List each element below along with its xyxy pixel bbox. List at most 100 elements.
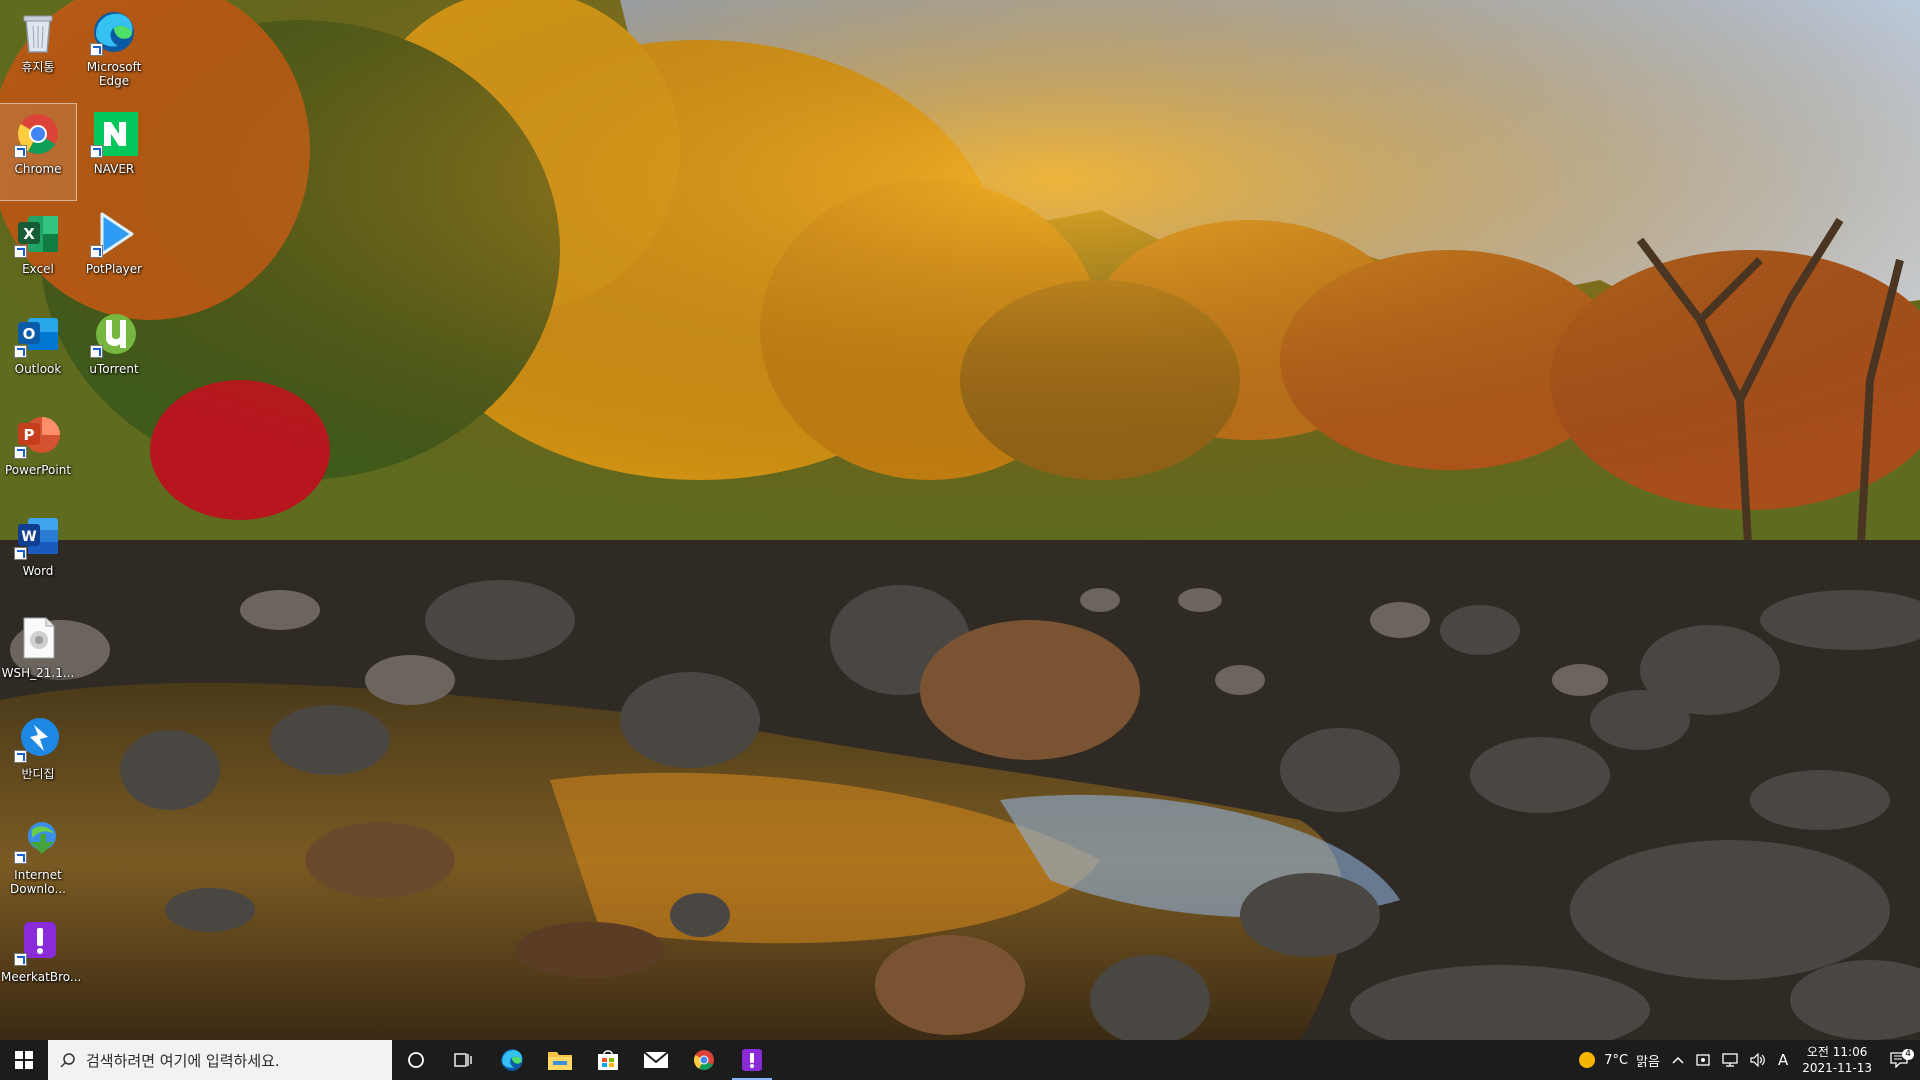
clock-time: 오전 11:06 [1806, 1045, 1868, 1059]
desktop-icon-outlook[interactable]: O Outlook [0, 304, 76, 400]
desktop-icon-microsoft-edge[interactable]: Microsoft Edge [76, 2, 152, 98]
taskbar-edge[interactable] [488, 1040, 536, 1080]
icon-label: PotPlayer [85, 262, 143, 276]
word-icon: W [14, 512, 62, 560]
icon-label: uTorrent [89, 362, 139, 376]
taskbar-store[interactable] [584, 1040, 632, 1080]
start-button[interactable] [0, 1040, 48, 1080]
mail-icon [643, 1051, 669, 1068]
idm-icon [14, 816, 62, 864]
utorrent-icon [90, 310, 138, 358]
desktop-icon-word[interactable]: W Word [0, 506, 76, 602]
windows-logo-icon [15, 1051, 33, 1069]
taskbar-file-explorer[interactable] [536, 1040, 584, 1080]
edge-icon [501, 1049, 523, 1071]
naver-icon [90, 110, 138, 158]
edge-icon [90, 8, 138, 56]
svg-text:O: O [23, 325, 36, 343]
icon-label: WSH_21.1... [1, 666, 75, 680]
input-language-indicator[interactable]: A [1772, 1051, 1794, 1069]
excel-icon: X [14, 210, 62, 258]
bandizip-icon [14, 715, 62, 763]
taskbar-meerkat[interactable] [728, 1040, 776, 1080]
shortcut-arrow-icon [14, 750, 27, 763]
shortcut-arrow-icon [90, 245, 103, 258]
search-placeholder: 검색하려면 여기에 입력하세요. [86, 1051, 280, 1070]
icon-label: NAVER [93, 162, 135, 176]
icon-label: Chrome [14, 162, 62, 176]
shortcut-arrow-icon [14, 851, 27, 864]
desktop-icon-utorrent[interactable]: uTorrent [76, 304, 152, 400]
icon-label: Outlook [14, 362, 62, 376]
tray-window-icon [1696, 1054, 1710, 1066]
shortcut-arrow-icon [14, 345, 27, 358]
cortana-button[interactable] [392, 1040, 440, 1080]
desktop-icon-potplayer[interactable]: PotPlayer [76, 204, 152, 300]
system-tray: 7°C 맑음 A 오전 11:06 2021-11-13 4 [1572, 1040, 1920, 1080]
icon-label: Microsoft Edge [86, 60, 142, 88]
svg-text:P: P [24, 426, 35, 444]
chevron-up-icon [1672, 1056, 1684, 1064]
desktop-icon-excel[interactable]: X Excel [0, 204, 76, 300]
weather-condition: 맑음 [1636, 1054, 1660, 1070]
desktop-icon-naver[interactable]: NAVER [76, 104, 152, 200]
icon-label: Word [22, 564, 54, 578]
shortcut-arrow-icon [14, 953, 27, 966]
cortana-icon [408, 1052, 424, 1068]
desktop-icon-wsh-file[interactable]: WSH_21.1... [0, 608, 76, 704]
desktop-icon-bandizip[interactable]: 반디집 [0, 709, 76, 805]
taskbar-search-box[interactable]: 검색하려면 여기에 입력하세요. [48, 1040, 392, 1080]
show-hidden-icons-button[interactable] [1666, 1055, 1690, 1065]
weather-widget[interactable]: 7°C 맑음 [1572, 1051, 1666, 1070]
shortcut-arrow-icon [14, 145, 27, 158]
icon-label: Internet Downlo... [10, 868, 66, 896]
svg-text:X: X [23, 225, 35, 243]
taskbar-mail[interactable] [632, 1040, 680, 1080]
icon-label: 반디집 [21, 767, 55, 781]
meerkat-icon [742, 1049, 762, 1071]
speaker-icon [1750, 1053, 1765, 1067]
store-icon [598, 1050, 618, 1070]
shortcut-arrow-icon [14, 547, 27, 560]
shortcut-arrow-icon [14, 446, 27, 459]
desktop-icon-internet-download-manager[interactable]: Internet Downlo... [0, 810, 76, 906]
desktop-wallpaper [0, 0, 1920, 1040]
sun-icon [1579, 1052, 1596, 1068]
search-icon [60, 1053, 75, 1068]
icon-label: PowerPoint [4, 463, 72, 477]
icon-label: 휴지통 [21, 60, 55, 74]
svg-text:W: W [21, 529, 36, 545]
desktop-icon-chrome[interactable]: Chrome [0, 103, 77, 201]
shortcut-arrow-icon [14, 245, 27, 258]
network-button[interactable] [1716, 1053, 1744, 1067]
action-center-button[interactable]: 4 [1880, 1049, 1920, 1068]
shortcut-arrow-icon [90, 145, 103, 158]
network-icon [1722, 1053, 1738, 1067]
desktop-icon-recycle-bin[interactable]: 휴지통 [0, 2, 76, 98]
taskbar: 검색하려면 여기에 입력하세요. 7°C 맑음 A 오전 11:06 2021-… [0, 1040, 1920, 1080]
file-explorer-icon [548, 1052, 572, 1070]
chrome-icon [14, 110, 62, 158]
recycle-bin-icon [14, 8, 62, 56]
clock[interactable]: 오전 11:06 2021-11-13 [1794, 1044, 1880, 1076]
desktop-icon-powerpoint[interactable]: P PowerPoint [0, 405, 76, 501]
outlook-icon: O [14, 310, 62, 358]
shortcut-arrow-icon [90, 345, 103, 358]
powerpoint-icon: P [14, 411, 62, 459]
task-view-button[interactable] [440, 1040, 488, 1080]
clock-date: 2021-11-13 [1802, 1061, 1872, 1075]
task-view-icon [454, 1053, 472, 1067]
desktop-icon-meerkat-browser[interactable]: MeerkatBro... [0, 912, 82, 1008]
chrome-icon [694, 1050, 714, 1070]
shortcut-arrow-icon [90, 43, 103, 56]
potplayer-icon [90, 210, 138, 258]
icon-label: MeerkatBro... [1, 970, 82, 984]
icon-label: Excel [22, 262, 54, 276]
notification-count: 4 [1902, 1049, 1914, 1060]
document-icon [14, 614, 62, 662]
taskbar-chrome[interactable] [680, 1040, 728, 1080]
volume-button[interactable] [1744, 1053, 1772, 1067]
tray-app-icon[interactable] [1690, 1053, 1716, 1067]
weather-temp: 7°C [1604, 1052, 1629, 1068]
meerkat-icon [14, 918, 62, 966]
